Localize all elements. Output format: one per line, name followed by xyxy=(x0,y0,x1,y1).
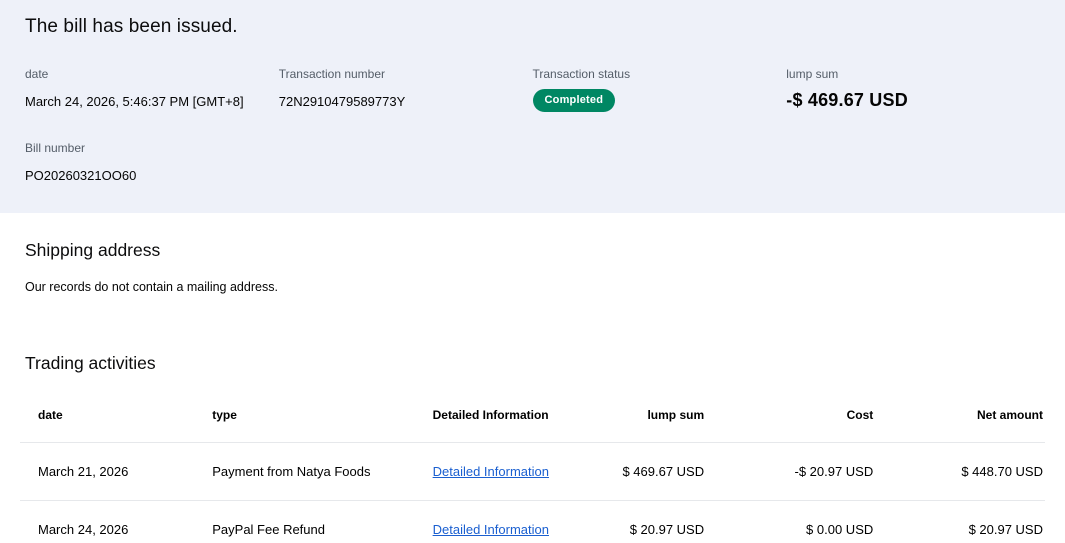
trading-activities-table-wrap: date type Detailed Information lump sum … xyxy=(20,396,1045,543)
cell-date: March 24, 2026 xyxy=(20,500,195,543)
trading-activities-title: Trading activities xyxy=(25,353,156,373)
bill-number-value: PO20260321OO60 xyxy=(25,168,137,183)
column-header-detailed-information: Detailed Information xyxy=(414,396,564,443)
cell-net-amount: $ 448.70 USD xyxy=(891,442,1045,501)
bill-summary-hero: The bill has been issued. date March 24,… xyxy=(0,0,1065,213)
cell-date: March 21, 2026 xyxy=(20,442,195,501)
lump-sum-value: -$ 469.67 USD xyxy=(786,90,908,110)
column-header-lump-sum: lump sum xyxy=(563,396,723,443)
transaction-status-label: Transaction status xyxy=(532,67,631,81)
summary-fields-row: date March 24, 2026, 5:46:37 PM [GMT+8] … xyxy=(25,67,1040,112)
field-transaction-status: Transaction status Completed xyxy=(532,67,787,112)
transaction-number-value: 72N2910479589773Y xyxy=(278,94,406,109)
table-row: March 21, 2026 Payment from Natya Foods … xyxy=(20,442,1045,501)
table-header-row: date type Detailed Information lump sum … xyxy=(20,396,1045,443)
status-badge: Completed xyxy=(532,89,616,112)
bill-number-label: Bill number xyxy=(25,141,86,155)
trading-activities-section: Trading activities xyxy=(0,353,1065,374)
cell-net-amount: $ 20.97 USD xyxy=(891,500,1045,543)
column-header-type: type xyxy=(194,396,415,443)
field-lump-sum: lump sum -$ 469.67 USD xyxy=(786,67,1040,112)
cell-type: Payment from Natya Foods xyxy=(194,442,415,501)
page-title: The bill has been issued. xyxy=(25,16,238,37)
cell-lump-sum: $ 469.67 USD xyxy=(563,442,723,501)
field-date: date March 24, 2026, 5:46:37 PM [GMT+8] xyxy=(25,67,279,112)
cell-lump-sum: $ 20.97 USD xyxy=(563,500,723,543)
detailed-information-link[interactable]: Detailed Information xyxy=(433,464,549,479)
column-header-cost: Cost xyxy=(722,396,892,443)
column-header-net-amount: Net amount xyxy=(891,396,1045,443)
detailed-information-link[interactable]: Detailed Information xyxy=(433,522,549,537)
shipping-address-section: Shipping address Our records do not cont… xyxy=(0,213,1065,294)
date-value: March 24, 2026, 5:46:37 PM [GMT+8] xyxy=(25,94,244,109)
field-transaction-number: Transaction number 72N2910479589773Y xyxy=(279,67,533,112)
lump-sum-label: lump sum xyxy=(786,67,839,81)
cell-cost: -$ 20.97 USD xyxy=(722,442,892,501)
cell-cost: $ 0.00 USD xyxy=(722,500,892,543)
cell-detail: Detailed Information xyxy=(414,500,564,543)
field-bill-number: Bill number PO20260321OO60 xyxy=(25,141,279,183)
summary-fields-row-2: Bill number PO20260321OO60 xyxy=(25,141,1040,183)
date-label: date xyxy=(25,67,49,81)
shipping-address-body: Our records do not contain a mailing add… xyxy=(25,280,278,294)
table-row: March 24, 2026 PayPal Fee Refund Detaile… xyxy=(20,500,1045,543)
column-header-date: date xyxy=(20,396,195,443)
cell-type: PayPal Fee Refund xyxy=(194,500,415,543)
trading-activities-table: date type Detailed Information lump sum … xyxy=(20,396,1045,543)
cell-detail: Detailed Information xyxy=(414,442,564,501)
transaction-number-label: Transaction number xyxy=(278,67,386,81)
shipping-address-title: Shipping address xyxy=(25,240,161,260)
